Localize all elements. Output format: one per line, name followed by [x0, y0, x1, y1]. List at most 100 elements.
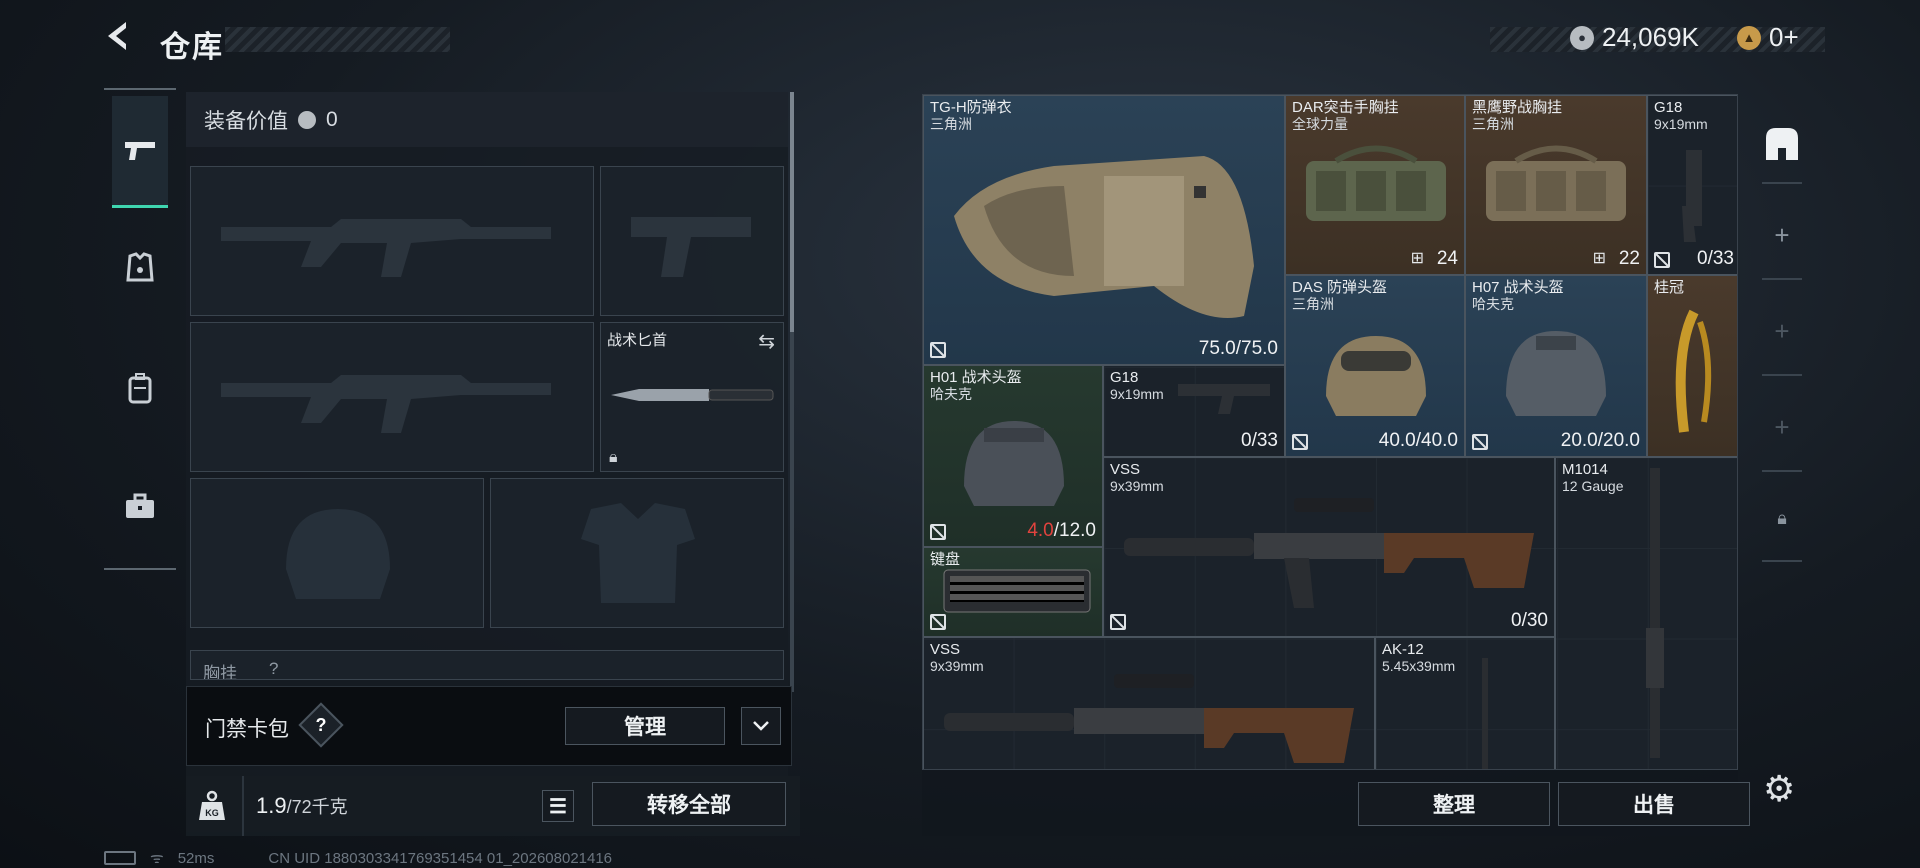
capacity-icon: ⊞ — [1592, 250, 1606, 267]
list-icon[interactable]: ☰ — [542, 790, 574, 822]
stash-item[interactable]: DAR突击手胸挂 全球力量 24 ⊞ — [1285, 95, 1465, 275]
sort-button[interactable]: 整理 — [1358, 782, 1550, 826]
divider — [242, 776, 244, 836]
add-stash-icon[interactable]: + — [1752, 316, 1812, 347]
no-insure-icon — [930, 342, 946, 358]
capacity-value: 24 — [1436, 248, 1458, 269]
page-title: 仓库 — [160, 31, 224, 64]
rifle-silhouette-icon — [221, 375, 551, 433]
wifi-icon: ᯤ — [150, 850, 164, 867]
chest-rig-image — [1486, 145, 1626, 221]
durability-current: 4.0 — [1027, 520, 1054, 541]
pistol-silhouette-icon — [631, 217, 751, 277]
no-insure-icon — [1110, 614, 1126, 630]
manage-button[interactable]: 管理 — [565, 707, 725, 745]
transfer-all-button[interactable]: 转移全部 — [592, 782, 786, 826]
equipment-value: 0 — [326, 107, 338, 131]
helmet-image — [1506, 331, 1606, 416]
melee-slot[interactable]: 战术匕首 ⇆ 🔒︎ — [600, 322, 784, 472]
add-stash-icon[interactable]: + — [1752, 412, 1812, 443]
lock-icon: 🔒︎ — [609, 449, 618, 466]
no-insure-icon — [930, 524, 946, 540]
chevron-down-icon[interactable] — [741, 707, 781, 745]
gold-coin-icon: ▲ — [1737, 25, 1761, 50]
stash-home-icon[interactable] — [1762, 124, 1802, 164]
chevron-left-icon[interactable] — [100, 18, 140, 58]
stash-item[interactable]: VSS 9x39mm — [923, 637, 1375, 769]
shotgun-image — [1646, 468, 1664, 758]
battery-icon — [104, 851, 136, 865]
primary-weapon-slot[interactable] — [190, 166, 594, 316]
left-nav — [104, 88, 176, 570]
stash-item[interactable]: 键盘 — [923, 547, 1103, 637]
chest-rig-mark: ? — [269, 659, 279, 678]
stash-item[interactable]: G18 9x19mm 0/33 — [1647, 95, 1737, 275]
access-card-bag: 门禁卡包 ? 管理 — [186, 686, 792, 766]
stash-item[interactable]: G18 9x19mm 0/33 — [1103, 365, 1285, 457]
helmet-image — [1326, 336, 1426, 416]
chest-rig-label: 胸挂 — [203, 664, 237, 680]
equipment-scroll-thumb[interactable] — [790, 92, 794, 332]
weight-icon: KG — [198, 790, 226, 822]
pistol-image — [1178, 384, 1270, 414]
helmet-slot[interactable] — [190, 478, 484, 628]
currency-primary: ● 24,069K — [1570, 22, 1699, 53]
durability-max: /12.0 — [1053, 520, 1096, 541]
vest-image — [954, 156, 1254, 318]
backpack-icon — [128, 373, 152, 404]
add-stash-icon[interactable]: + — [1752, 220, 1812, 251]
stash-item[interactable]: 黑鹰野战胸挂 三角洲 22 ⊞ — [1465, 95, 1647, 275]
pistol-icon — [125, 141, 155, 160]
sell-button[interactable]: 出售 — [1558, 782, 1750, 826]
stash-item[interactable]: AK-12 5.45x39mm — [1375, 637, 1555, 769]
card-bag-label: 门禁卡包 — [205, 718, 289, 741]
nav-backpack-tab[interactable] — [112, 358, 168, 418]
capacity-value: 22 — [1618, 248, 1640, 269]
weight-bar: KG 1.9/72千克 ☰ 转移全部 — [186, 776, 800, 836]
toolbox-icon — [126, 493, 154, 518]
body-armor-slot[interactable] — [490, 478, 784, 628]
melee-label: 战术匕首 — [607, 332, 668, 349]
stash-item[interactable]: TG-H防弹衣 三角洲 75.0/75.0 — [923, 95, 1285, 365]
silver-coin-icon — [298, 110, 316, 129]
uid: CN UID 1880303341769351454 01_2026080214… — [268, 849, 613, 867]
title-stripe — [225, 27, 450, 52]
capacity-icon: ⊞ — [1410, 250, 1424, 267]
stash-item[interactable]: H07 战术头盔 哈夫克 20.0/20.0 — [1465, 275, 1647, 457]
silver-coin-icon: ● — [1570, 25, 1594, 50]
ping: 52ms — [177, 849, 215, 867]
stash-item[interactable]: DAS 防弹头盔 三角洲 40.0/40.0 — [1285, 275, 1465, 457]
armor-silhouette-icon — [581, 503, 695, 603]
secondary-weapon-slot[interactable] — [190, 322, 594, 472]
weight-current: 1.9 — [256, 793, 287, 818]
gear-icon[interactable]: ⚙ — [1763, 768, 1795, 810]
nav-toolbox-tab[interactable] — [112, 476, 168, 536]
weight-readout: 1.9/72千克 — [256, 793, 348, 819]
stash-item[interactable]: H01 战术头盔 哈夫克 4.0/12.0 — [923, 365, 1103, 547]
rifle-image — [944, 674, 1354, 763]
stash-item[interactable]: M1014 12 Gauge — [1555, 457, 1737, 769]
chest-rig-slot[interactable]: 胸挂 ? — [190, 650, 784, 680]
stash-grid: TG-H防弹衣 三角洲 75.0/75.0 DAR突击手胸挂 全球力量 24 ⊞ 黑… — [922, 94, 1738, 770]
nav-armor-tab[interactable] — [112, 238, 168, 298]
rifle-silhouette-icon — [221, 219, 551, 277]
no-insure-icon — [930, 614, 946, 630]
nav-weapons-tab[interactable] — [112, 96, 168, 208]
keyboard-image — [943, 569, 1091, 613]
chest-rig-image — [1306, 145, 1446, 221]
stash-item[interactable]: 桂冠 — [1647, 275, 1737, 457]
currency-secondary[interactable]: ▲ 0+ — [1737, 22, 1799, 53]
laurel-image — [1675, 309, 1712, 433]
stash-item[interactable]: VSS 9x39mm 0/30 — [1103, 457, 1555, 637]
helmet-image — [964, 421, 1064, 506]
stash-tab-column: + + + 🔒︎ — [1752, 94, 1812, 584]
equipment-value-header: 装备价值 0 — [186, 92, 788, 147]
pistol-slot[interactable] — [600, 166, 784, 316]
currency-secondary-value: 0+ — [1769, 22, 1799, 52]
help-icon[interactable]: ? — [298, 702, 344, 748]
no-insure-icon — [1472, 434, 1488, 450]
no-insure-icon — [1292, 434, 1308, 450]
knife-icon — [611, 389, 774, 401]
swap-icon[interactable]: ⇆ — [758, 329, 775, 354]
weight-max: /72千克 — [286, 797, 348, 817]
